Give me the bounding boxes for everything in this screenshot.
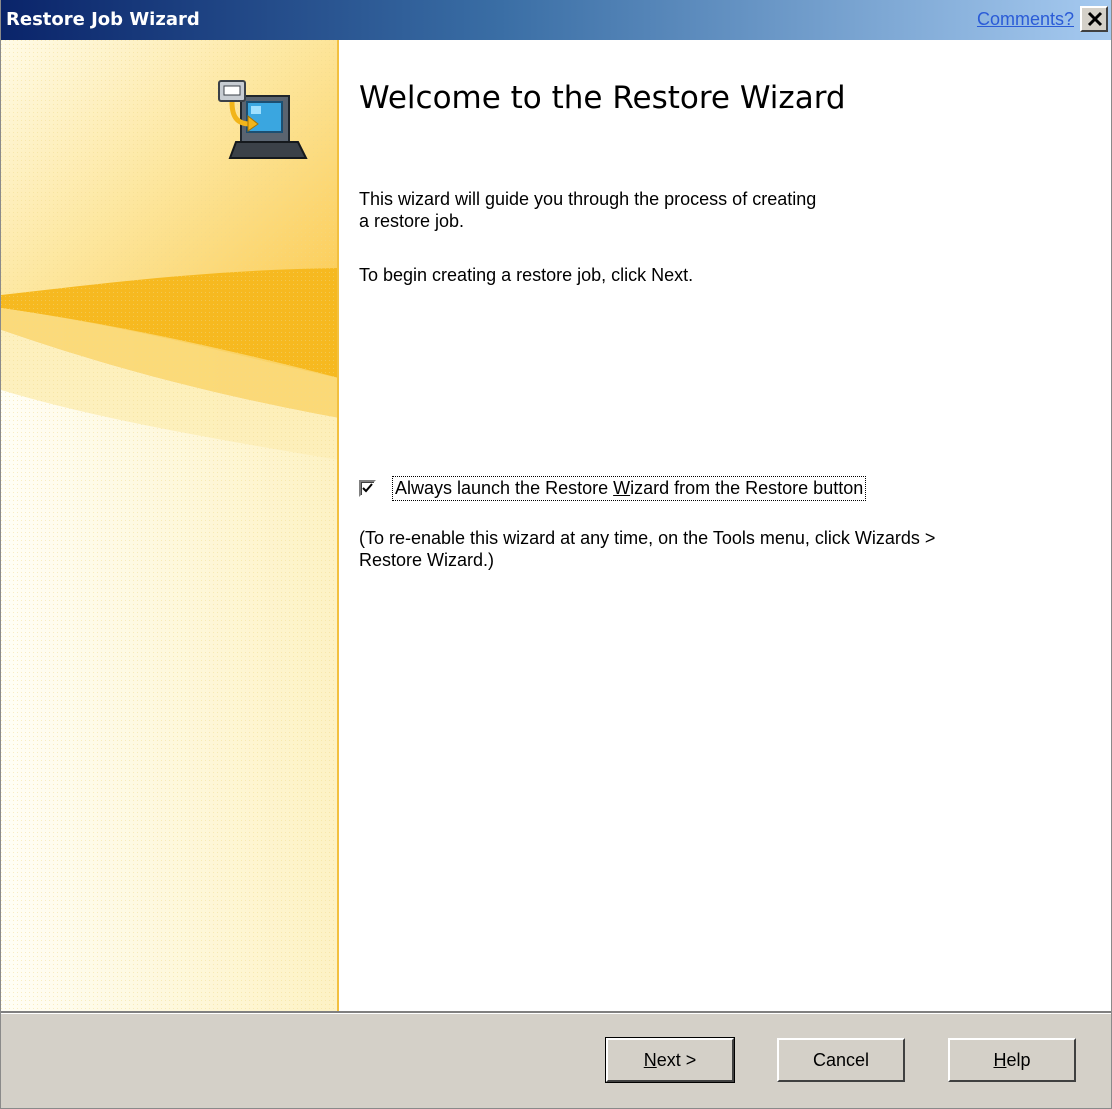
checkmark-icon: [362, 482, 373, 492]
reenable-note: (To re-enable this wizard at any time, o…: [359, 528, 936, 570]
button-bar: Next > Cancel Help: [1, 1014, 1111, 1108]
restore-job-wizard-window: Restore Job Wizard Comments? Welcome to …: [0, 0, 1112, 1109]
window-title: Restore Job Wizard: [6, 9, 200, 30]
cancel-button[interactable]: Cancel: [777, 1038, 905, 1082]
next-button[interactable]: Next >: [605, 1037, 735, 1083]
instruction-text: To begin creating a restore job, click N…: [359, 265, 694, 285]
page-title: Welcome to the Restore Wizard: [359, 80, 846, 116]
close-button[interactable]: [1080, 6, 1108, 32]
sidebar-background: [1, 40, 337, 1011]
always-launch-checkbox-label[interactable]: Always launch the Restore Wizard from th…: [392, 475, 867, 501]
comments-link[interactable]: Comments?: [977, 9, 1074, 30]
wizard-sidebar-banner: [1, 40, 339, 1011]
always-launch-checkbox[interactable]: [359, 479, 376, 497]
close-icon: [1087, 11, 1103, 27]
title-bar: Restore Job Wizard Comments?: [1, 0, 1111, 40]
restore-computer-icon: [218, 80, 308, 159]
always-launch-checkbox-row[interactable]: Always launch the Restore Wizard from th…: [359, 475, 867, 501]
intro-text: This wizard will guide you through the p…: [359, 189, 817, 231]
help-button[interactable]: Help: [948, 1038, 1076, 1082]
